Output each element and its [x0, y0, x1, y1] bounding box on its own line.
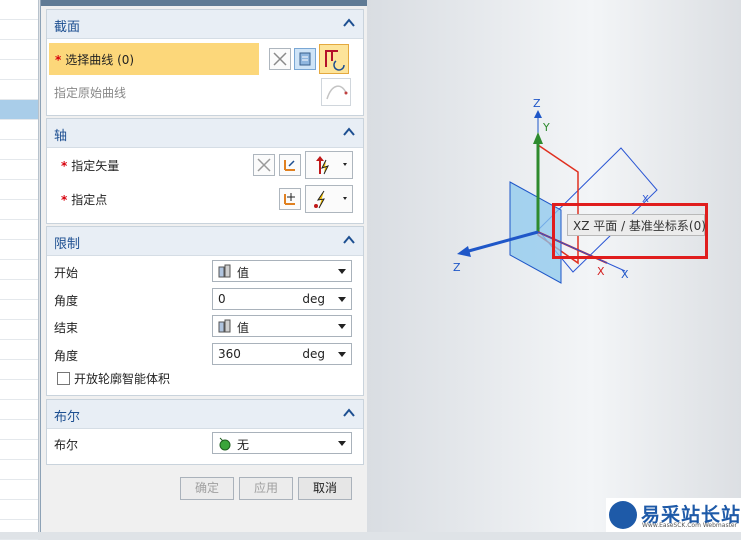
point-constructor-icon	[284, 193, 295, 205]
sketch-section-button[interactable]	[319, 44, 349, 74]
axis-group-header[interactable]: 轴	[47, 119, 363, 148]
site-logo-icon	[609, 501, 637, 529]
y-axis-arrow-icon	[533, 132, 543, 144]
boolean-group: 布尔 布尔 无	[46, 399, 364, 465]
dropdown-arrow-icon[interactable]	[338, 297, 346, 302]
end-angle-label: 角度	[54, 349, 79, 363]
cross-arrows-icon	[257, 158, 271, 172]
site-watermark: 易采站长站 Www.EaseSCK.Com Webmaster	[606, 498, 741, 532]
select-curve-label: 选择曲线 (0)	[65, 53, 135, 67]
specify-vector-label: 指定矢量	[71, 159, 120, 173]
limits-group-title: 限制	[54, 237, 81, 252]
required-asterisk-icon: *	[55, 53, 62, 67]
section-group-title: 截面	[54, 20, 81, 35]
boolean-group-title: 布尔	[54, 410, 81, 425]
deselect-button[interactable]	[269, 48, 291, 70]
end-angle-input[interactable]: 360 deg	[212, 343, 352, 365]
revolve-dialog: 截面 * 选择曲线 (0) 指定原始曲线 轴 * 指定矢量 * 指定点 限制 开…	[40, 0, 368, 532]
value-limit-icon	[218, 264, 231, 278]
vector-type-dropdown[interactable]	[305, 151, 353, 179]
point-dialog-button[interactable]	[279, 188, 301, 210]
reverse-direction-button[interactable]	[253, 154, 275, 176]
specify-original-curve-label: 指定原始曲线	[54, 86, 127, 100]
collapse-chevron-icon[interactable]	[343, 407, 355, 419]
end-angle-value: 360	[218, 347, 241, 361]
z-axis-arrow-icon	[534, 110, 542, 118]
cancel-button[interactable]: 取消	[298, 477, 352, 500]
dropdown-arrow-icon	[338, 269, 346, 274]
graphics-viewport[interactable]: Z Y Z X X X	[367, 0, 741, 532]
start-type-select[interactable]: 值	[212, 260, 352, 282]
watermark-subtext: Www.EaseSCK.Com Webmaster	[642, 522, 738, 529]
z-dir-arrow-icon	[457, 246, 471, 257]
curve-rule-icon	[299, 52, 311, 66]
specify-point-label: 指定点	[71, 193, 108, 207]
point-type-dropdown[interactable]	[305, 185, 353, 213]
curve-icon	[326, 85, 348, 100]
dropdown-arrow-icon	[338, 324, 346, 329]
background-list-panel	[0, 0, 39, 540]
datum-csys-graphic: Z Y Z X X X	[453, 97, 658, 284]
boolean-none-icon	[219, 437, 231, 451]
vector-constructor-icon	[284, 160, 295, 171]
limits-group-header[interactable]: 限制	[47, 227, 363, 256]
ok-button[interactable]: 确定	[180, 477, 234, 500]
inferred-vector-icon	[316, 156, 347, 175]
x-axis-label-blue: X	[621, 268, 629, 281]
sketch-icon	[325, 50, 345, 71]
collapse-chevron-icon[interactable]	[343, 234, 355, 246]
dropdown-arrow-icon	[338, 441, 346, 446]
boolean-label: 布尔	[54, 438, 79, 452]
x-axis-label-red: X	[597, 265, 605, 278]
vector-dialog-button[interactable]	[279, 154, 301, 176]
apply-button[interactable]: 应用	[239, 477, 293, 500]
z-dir-label: Z	[453, 261, 461, 274]
required-asterisk-icon: *	[61, 159, 68, 173]
inferred-point-icon	[314, 190, 347, 209]
z-axis-label: Z	[533, 97, 541, 110]
collapse-chevron-icon[interactable]	[343, 126, 355, 138]
collapse-chevron-icon[interactable]	[343, 17, 355, 29]
axis-group: 轴 * 指定矢量 * 指定点	[46, 118, 364, 224]
value-limit-icon	[218, 319, 231, 333]
original-curve-button[interactable]	[321, 78, 351, 106]
start-label: 开始	[54, 266, 79, 280]
boolean-group-header[interactable]: 布尔	[47, 400, 363, 429]
open-profile-label: 开放轮廓智能体积	[74, 372, 171, 386]
end-label: 结束	[54, 321, 79, 335]
start-angle-value: 0	[218, 292, 226, 306]
open-profile-checkbox[interactable]	[57, 372, 70, 385]
start-angle-unit: deg	[302, 292, 325, 306]
cross-arrows-icon	[273, 52, 287, 66]
boolean-select[interactable]: 无	[212, 432, 352, 454]
y-axis-label: Y	[542, 121, 550, 134]
start-type-value: 值	[237, 266, 250, 280]
section-group-header[interactable]: 截面	[47, 10, 363, 39]
dialog-titlebar	[41, 0, 367, 6]
end-type-value: 值	[237, 321, 250, 335]
highlight-annotation-box	[552, 203, 708, 259]
curve-rule-button[interactable]	[294, 48, 316, 70]
select-curve-row[interactable]: * 选择曲线 (0)	[49, 43, 259, 75]
end-type-select[interactable]: 值	[212, 315, 352, 337]
required-asterisk-icon: *	[61, 193, 68, 207]
limits-group: 限制 开始 值 角度 0 deg 结束 值 角度 360 deg 开放轮廓智能体…	[46, 226, 364, 396]
dropdown-arrow-icon[interactable]	[338, 352, 346, 357]
boolean-value: 无	[237, 438, 250, 452]
section-group: 截面 * 选择曲线 (0) 指定原始曲线	[46, 9, 364, 116]
start-angle-input[interactable]: 0 deg	[212, 288, 352, 310]
start-angle-label: 角度	[54, 294, 79, 308]
axis-group-title: 轴	[54, 129, 68, 144]
end-angle-unit: deg	[302, 347, 325, 361]
